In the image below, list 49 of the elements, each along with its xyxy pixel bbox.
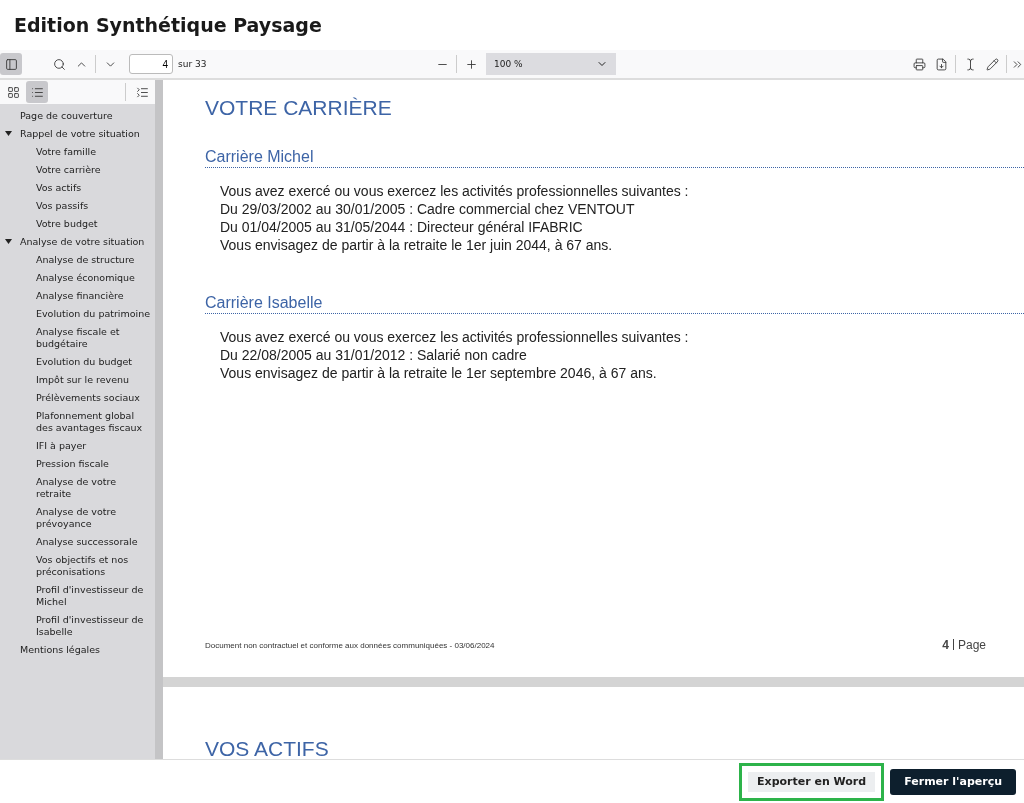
outline-item[interactable]: Analyse de votre retraite (0, 473, 155, 503)
outline-item[interactable]: Votre budget (0, 215, 155, 233)
body-text: Du 01/04/2005 au 31/05/2044 : Directeur général IFABRIC (220, 218, 584, 236)
zoom-dropdown[interactable]: 100 % (486, 53, 616, 75)
close-preview-button[interactable]: Fermer l'aperçu (890, 768, 1016, 795)
outline-item[interactable]: Profil d'investisseur de Michel (0, 581, 155, 611)
outline-item[interactable]: Vos passifs (0, 197, 155, 215)
outline-item[interactable]: Page de couverture (0, 107, 155, 125)
body-text: Vous envisagez de partir à la retraite le 1er juin 2044, à 67 ans. (220, 236, 614, 254)
outline-item[interactable]: Analyse successorale (0, 533, 155, 551)
sidebar-toggle-icon[interactable] (0, 53, 22, 75)
body-text: Vous avez exercé ou vous exercez les activités professionnelles suivantes : (220, 182, 690, 200)
outline-item[interactable]: Evolution du budget (0, 353, 155, 371)
outline-item[interactable]: Analyse fiscale et budgétaire (0, 323, 155, 353)
outline-item[interactable]: Votre carrière (0, 161, 155, 179)
outline-item[interactable]: Rappel de votre situation (0, 125, 155, 143)
section-heading: Carrière Michel (205, 148, 1024, 168)
outline-item[interactable]: Prélèvements sociaux (0, 389, 155, 407)
page-number: 4 Page (942, 638, 986, 652)
window-title: Edition Synthétique Paysage (14, 14, 322, 36)
outline-item[interactable]: Analyse de votre situation (0, 233, 155, 251)
outline-item[interactable]: Vos actifs (0, 179, 155, 197)
outline-item[interactable]: Evolution du patrimoine (0, 305, 155, 323)
outline-item[interactable]: Plafonnement global des avantages fiscaux (0, 407, 155, 437)
outline-item[interactable]: Profil d'investisseur de Isabelle (0, 611, 155, 641)
page-title: VOS ACTIFS (205, 737, 330, 759)
outline-item[interactable]: Vos objectifs et nos préconisations (0, 551, 155, 581)
footer-note: Document non contractuel et conforme aux données communiquées - 03/06/2024 (205, 640, 495, 650)
section-heading: Carrière Isabelle (205, 294, 1024, 314)
expanded-triangle-icon[interactable] (5, 130, 12, 137)
expanded-triangle-icon[interactable] (5, 238, 12, 245)
body-text: Vous envisagez de partir à la retraite le 1er septembre 2046, à 67 ans. (220, 364, 658, 382)
outline-item[interactable]: Mentions légales (0, 641, 155, 659)
body-text: Vous avez exercé ou vous exercez les activités professionnelles suivantes : (220, 328, 690, 346)
outline-item[interactable]: Analyse de votre prévoyance (0, 503, 155, 533)
page-title: VOTRE CARRIÈRE (205, 96, 393, 120)
body-text: Du 22/08/2005 au 31/01/2012 : Salarié non cadre (220, 346, 528, 364)
body-text: Du 29/03/2002 au 30/01/2005 : Cadre commercial chez VENTOUT (220, 200, 636, 218)
outline-item[interactable]: Analyse de structure (0, 251, 155, 269)
outline-item[interactable]: Analyse économique (0, 269, 155, 287)
export-button[interactable]: Exporter en Word (739, 762, 885, 801)
outline-item[interactable]: Pression fiscale (0, 455, 155, 473)
outline-item[interactable]: Analyse financière (0, 287, 155, 305)
page-number-field[interactable]: 4 (129, 54, 173, 74)
page-total: sur 33 (178, 59, 207, 69)
outline-item[interactable]: Impôt sur le revenu (0, 371, 155, 389)
outline-item[interactable]: IFI à payer (0, 437, 155, 455)
outline-item[interactable]: Votre famille (0, 143, 155, 161)
list-view-icon[interactable] (26, 81, 48, 103)
